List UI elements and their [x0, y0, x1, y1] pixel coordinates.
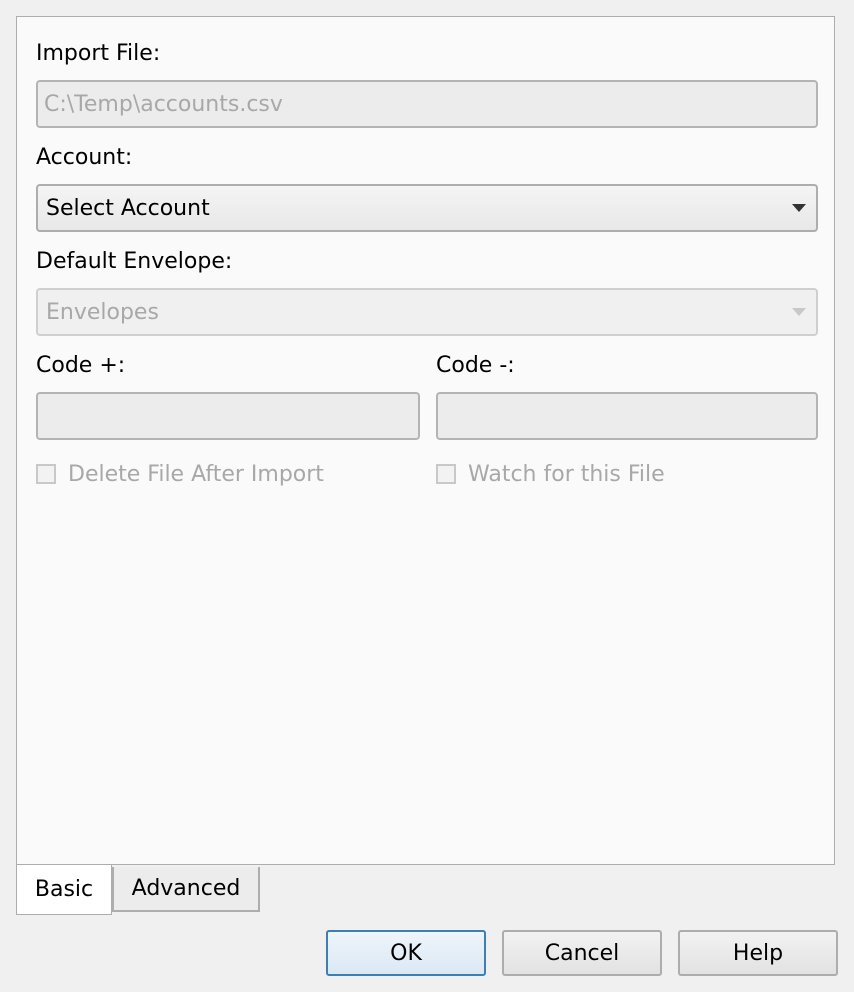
tab-content-basic: [16, 16, 835, 865]
tab-basic-label: Basic: [34, 877, 94, 902]
import-file-value: C:\Temp\accounts.csv: [44, 91, 283, 117]
tab-advanced-label: Advanced: [131, 876, 241, 901]
default-envelope-dropdown-value: Envelopes: [46, 299, 159, 325]
default-envelope-dropdown[interactable]: Envelopes: [36, 288, 818, 336]
watch-file-label: Watch for this File: [468, 461, 665, 487]
cancel-button-label: Cancel: [544, 940, 620, 966]
chevron-down-icon: [792, 308, 806, 316]
help-button[interactable]: Help: [678, 930, 838, 976]
import-file-label: Import File:: [36, 41, 161, 66]
account-dropdown[interactable]: Select Account: [36, 184, 818, 232]
watch-file-checkbox-row[interactable]: Watch for this File: [436, 460, 665, 488]
cancel-button[interactable]: Cancel: [502, 930, 662, 976]
code-plus-field[interactable]: [36, 392, 420, 440]
code-plus-label: Code +:: [36, 353, 126, 378]
account-dropdown-value: Select Account: [46, 195, 210, 221]
ok-button[interactable]: OK: [326, 930, 486, 976]
watch-file-checkbox[interactable]: [436, 464, 456, 484]
code-minus-label: Code -:: [436, 353, 515, 378]
import-file-field[interactable]: C:\Temp\accounts.csv: [36, 80, 818, 128]
code-minus-field[interactable]: [436, 392, 818, 440]
tab-advanced[interactable]: Advanced: [112, 867, 260, 912]
delete-file-checkbox[interactable]: [36, 464, 56, 484]
delete-file-label: Delete File After Import: [68, 461, 324, 487]
ok-button-label: OK: [390, 940, 422, 966]
default-envelope-label: Default Envelope:: [36, 249, 233, 274]
help-button-label: Help: [732, 940, 784, 966]
chevron-down-icon: [792, 204, 806, 212]
delete-file-checkbox-row[interactable]: Delete File After Import: [36, 460, 324, 488]
tab-basic[interactable]: Basic: [16, 865, 112, 915]
account-label: Account:: [36, 145, 133, 170]
